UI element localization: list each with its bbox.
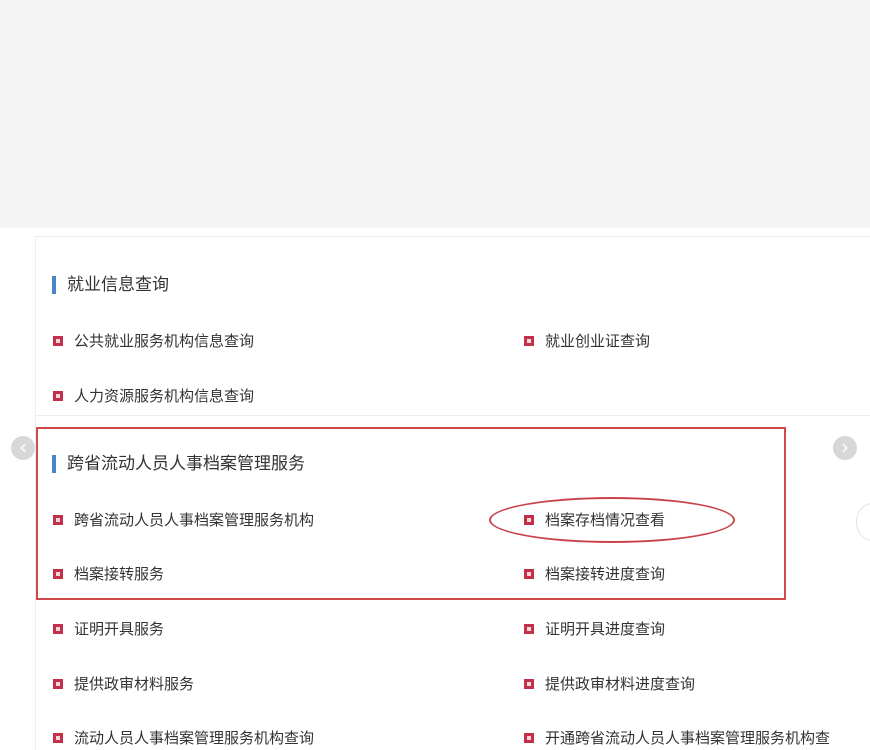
section-divider [36,415,870,416]
bullet-icon [53,678,63,689]
link-label: 提供政审材料进度查询 [545,675,696,693]
bullet-icon [53,623,63,634]
link-archive-agency-query[interactable]: 流动人员人事档案管理服务机构查询 [53,727,314,749]
link-label: 提供政审材料服务 [74,675,195,693]
link-label: 公共就业服务机构信息查询 [74,332,255,350]
link-label: 证明开具服务 [74,620,165,638]
top-banner-area [0,0,870,228]
link-certificate-service[interactable]: 证明开具服务 [53,618,164,640]
link-label: 开通跨省流动人员人事档案管理服务机构查 [545,729,831,747]
section-title-employment-info: 就业信息查询 [52,274,169,296]
bullet-icon [53,390,63,401]
link-employment-card-query[interactable]: 就业创业证查询 [524,330,650,352]
chevron-right-icon[interactable]: › [833,436,857,460]
link-political-review-progress[interactable]: 提供政审材料进度查询 [524,673,695,695]
section-title-text: 就业信息查询 [67,275,169,295]
link-label: 流动人员人事档案管理服务机构查询 [74,729,315,747]
link-public-employment-agency-query[interactable]: 公共就业服务机构信息查询 [53,330,254,352]
link-certificate-progress[interactable]: 证明开具进度查询 [524,618,665,640]
link-label: 证明开具进度查询 [545,620,666,638]
link-open-archive-agency-query[interactable]: 开通跨省流动人员人事档案管理服务机构查 [524,727,870,749]
section-title-bar [52,276,56,294]
bullet-icon [53,335,63,346]
highlight-ellipse-annotation [489,497,735,543]
link-label: 人力资源服务机构信息查询 [74,387,255,405]
link-hr-agency-query[interactable]: 人力资源服务机构信息查询 [53,385,254,407]
chevron-left-icon[interactable]: ‹ [11,436,35,460]
bullet-icon [524,732,534,743]
bullet-icon [524,678,534,689]
link-label: 就业创业证查询 [545,332,651,350]
bullet-icon [524,623,534,634]
bullet-icon [53,732,63,743]
link-political-review-service[interactable]: 提供政审材料服务 [53,673,194,695]
bullet-icon [524,335,534,346]
